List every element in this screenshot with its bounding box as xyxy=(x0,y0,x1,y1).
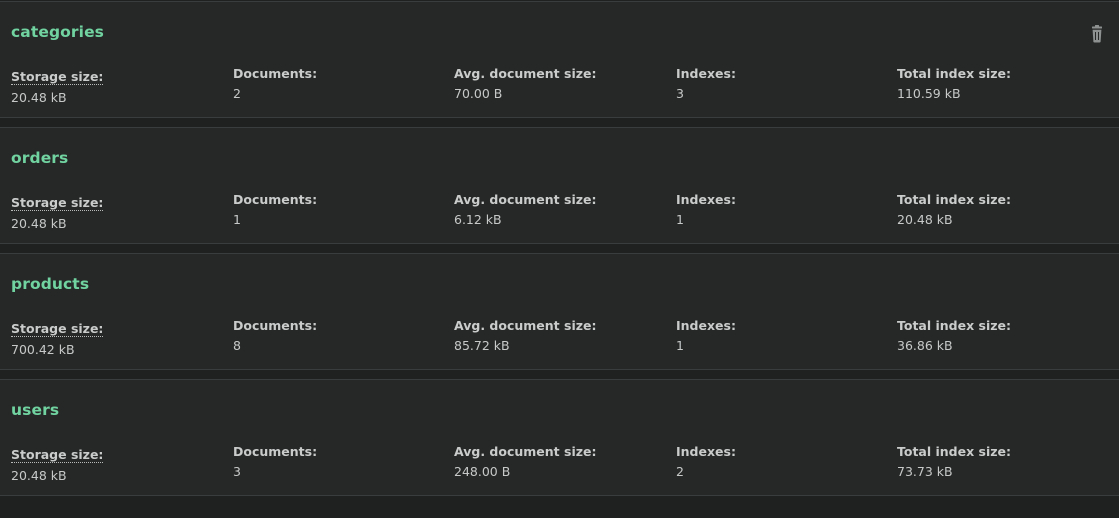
stat-label: Avg. document size: xyxy=(454,444,597,459)
trash-icon[interactable] xyxy=(1089,25,1105,43)
stat-avg-document-size: Avg. document size: 70.00 B xyxy=(454,66,669,102)
stat-total-index-size: Total index size: 36.86 kB xyxy=(897,318,1112,354)
stat-label: Avg. document size: xyxy=(454,318,597,333)
collection-card-orders: orders Storage size: 20.48 kB Documents:… xyxy=(0,127,1119,244)
stat-value: 36.86 kB xyxy=(897,338,953,353)
stat-value: 2 xyxy=(676,464,684,479)
collection-card-categories: categories Storage size: 20.48 kB Docume… xyxy=(0,1,1119,118)
stat-value: 20.48 kB xyxy=(11,216,67,231)
stat-label: Total index size: xyxy=(897,66,1012,81)
stat-indexes: Indexes: 2 xyxy=(676,444,891,480)
collection-stats: Storage size: 20.48 kB Documents: 3 Avg.… xyxy=(11,444,1111,484)
stat-value: 1 xyxy=(233,212,241,227)
stat-label: Documents: xyxy=(233,66,318,81)
stat-label[interactable]: Storage size: xyxy=(11,322,104,337)
stat-value: 20.48 kB xyxy=(11,90,67,105)
stat-total-index-size: Total index size: 73.73 kB xyxy=(897,444,1112,480)
stat-documents: Documents: 1 xyxy=(233,192,448,228)
stat-storage-size: Storage size: 20.48 kB xyxy=(11,66,226,106)
collection-stats: Storage size: 700.42 kB Documents: 8 Avg… xyxy=(11,318,1111,358)
stat-storage-size: Storage size: 700.42 kB xyxy=(11,318,226,358)
collection-name-link[interactable]: products xyxy=(11,274,89,294)
collection-card-users: users Storage size: 20.48 kB Documents: … xyxy=(0,379,1119,496)
collections-list: categories Storage size: 20.48 kB Docume… xyxy=(0,0,1119,518)
stat-documents: Documents: 3 xyxy=(233,444,448,480)
stat-avg-document-size: Avg. document size: 6.12 kB xyxy=(454,192,669,228)
stat-avg-document-size: Avg. document size: 248.00 B xyxy=(454,444,669,480)
stat-total-index-size: Total index size: 20.48 kB xyxy=(897,192,1112,228)
stat-label: Avg. document size: xyxy=(454,66,597,81)
stat-value: 248.00 B xyxy=(454,464,511,479)
stat-label: Total index size: xyxy=(897,318,1012,333)
stat-storage-size: Storage size: 20.48 kB xyxy=(11,444,226,484)
stat-value: 3 xyxy=(676,86,684,101)
stat-total-index-size: Total index size: 110.59 kB xyxy=(897,66,1112,102)
stat-label: Avg. document size: xyxy=(454,192,597,207)
stat-value: 3 xyxy=(233,464,241,479)
stat-label: Total index size: xyxy=(897,192,1012,207)
stat-value: 1 xyxy=(676,212,684,227)
stat-storage-size: Storage size: 20.48 kB xyxy=(11,192,226,232)
collection-stats: Storage size: 20.48 kB Documents: 1 Avg.… xyxy=(11,192,1111,232)
stat-indexes: Indexes: 1 xyxy=(676,318,891,354)
stat-label: Documents: xyxy=(233,192,318,207)
stat-value: 2 xyxy=(233,86,241,101)
stat-label: Indexes: xyxy=(676,318,736,333)
stat-value: 110.59 kB xyxy=(897,86,961,101)
stat-label: Indexes: xyxy=(676,192,736,207)
stat-indexes: Indexes: 1 xyxy=(676,192,891,228)
stat-label: Indexes: xyxy=(676,444,736,459)
stat-value: 8 xyxy=(233,338,241,353)
stat-label: Documents: xyxy=(233,318,318,333)
collection-name-link[interactable]: users xyxy=(11,400,59,420)
collection-name-link[interactable]: orders xyxy=(11,148,68,168)
stat-value: 73.73 kB xyxy=(897,464,953,479)
stat-label[interactable]: Storage size: xyxy=(11,70,104,85)
stat-label[interactable]: Storage size: xyxy=(11,448,104,463)
stat-value: 70.00 B xyxy=(454,86,503,101)
stat-value: 20.48 kB xyxy=(897,212,953,227)
stat-value: 6.12 kB xyxy=(454,212,502,227)
stat-value: 20.48 kB xyxy=(11,468,67,483)
collection-name-link[interactable]: categories xyxy=(11,22,104,42)
stat-value: 700.42 kB xyxy=(11,342,75,357)
collection-stats: Storage size: 20.48 kB Documents: 2 Avg.… xyxy=(11,66,1111,106)
stat-documents: Documents: 2 xyxy=(233,66,448,102)
stat-label[interactable]: Storage size: xyxy=(11,196,104,211)
stat-value: 85.72 kB xyxy=(454,338,510,353)
stat-avg-document-size: Avg. document size: 85.72 kB xyxy=(454,318,669,354)
stat-label: Documents: xyxy=(233,444,318,459)
stat-indexes: Indexes: 3 xyxy=(676,66,891,102)
stat-documents: Documents: 8 xyxy=(233,318,448,354)
stat-value: 1 xyxy=(676,338,684,353)
collection-card-products: products Storage size: 700.42 kB Documen… xyxy=(0,253,1119,370)
stat-label: Indexes: xyxy=(676,66,736,81)
stat-label: Total index size: xyxy=(897,444,1012,459)
